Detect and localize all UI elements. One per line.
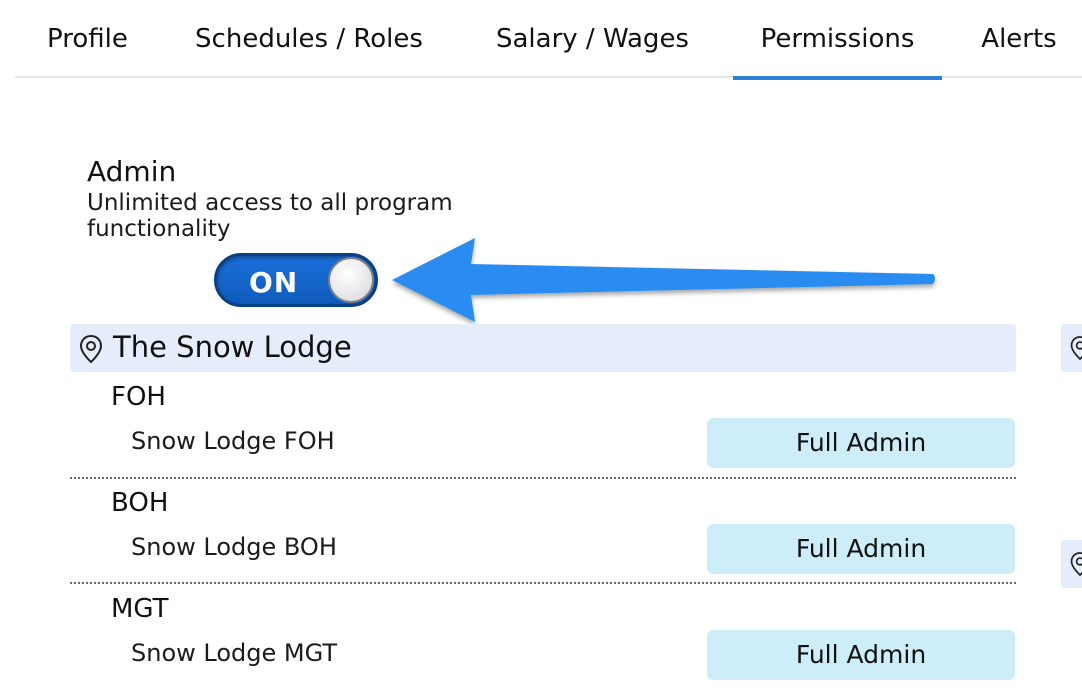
map-pin-icon — [1070, 336, 1082, 361]
permission-level-button[interactable]: Full Admin — [707, 524, 1015, 574]
map-pin-icon — [79, 334, 103, 364]
permission-level-button[interactable]: Full Admin — [707, 418, 1015, 468]
department-name: FOH — [111, 382, 166, 412]
section-divider — [70, 582, 1016, 584]
department-name: MGT — [111, 594, 169, 624]
section-divider — [70, 477, 1016, 479]
toggle-knob — [328, 257, 374, 303]
toggle-state-label: ON — [249, 266, 299, 299]
adjacent-location-header — [1061, 540, 1082, 588]
map-pin-icon — [1070, 552, 1082, 577]
tab-permissions[interactable]: Permissions — [733, 24, 942, 80]
tab-schedules-roles[interactable]: Schedules / Roles — [192, 24, 426, 78]
location-header: The Snow Lodge — [70, 324, 1016, 372]
tab-bar: Profile Schedules / Roles Salary / Wages… — [15, 0, 1082, 80]
annotation-arrow-icon — [392, 238, 935, 322]
role-name: Snow Lodge FOH — [131, 427, 335, 455]
tab-alerts[interactable]: Alerts — [981, 24, 1057, 78]
adjacent-location-header — [1061, 324, 1082, 372]
department-name: BOH — [111, 488, 169, 518]
role-name: Snow Lodge MGT — [131, 639, 337, 667]
tab-profile[interactable]: Profile — [47, 24, 128, 78]
admin-title: Admin — [87, 155, 177, 188]
role-name: Snow Lodge BOH — [131, 533, 337, 561]
admin-toggle[interactable]: ON — [214, 253, 378, 307]
permission-level-button[interactable]: Full Admin — [707, 630, 1015, 680]
location-name: The Snow Lodge — [113, 330, 352, 364]
tab-salary-wages[interactable]: Salary / Wages — [491, 24, 694, 78]
